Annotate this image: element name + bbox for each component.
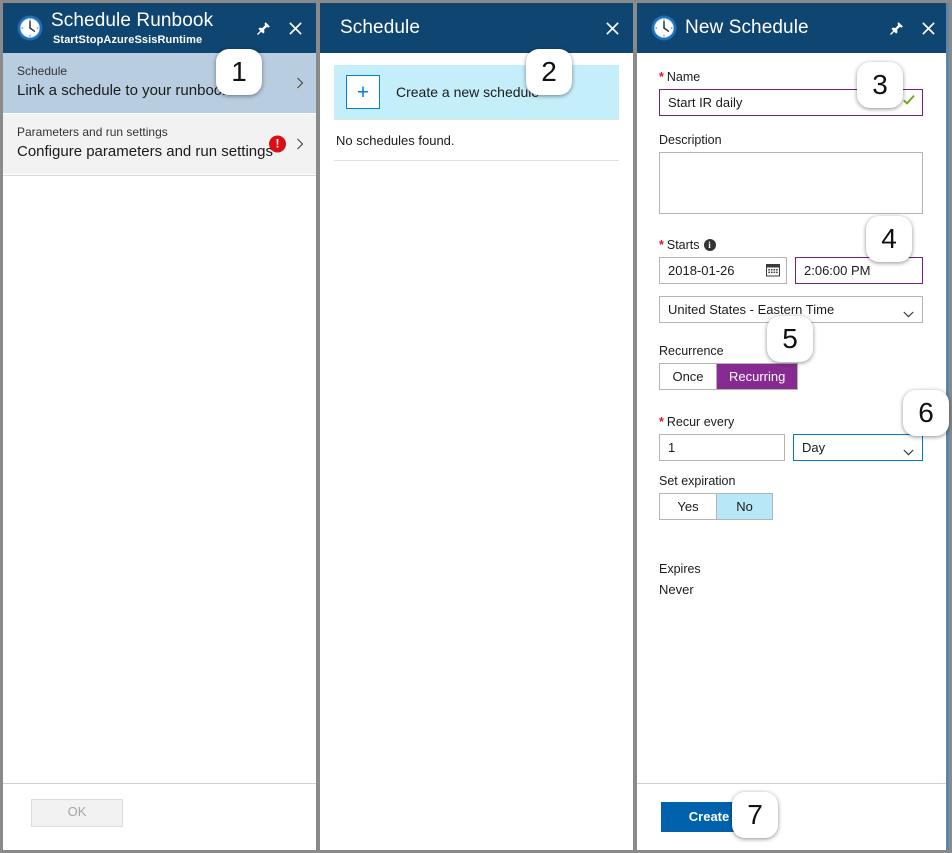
left-blade-footer: OK <box>3 783 316 850</box>
callout-6: 6 <box>903 390 949 436</box>
recurrence-toggle: Once Recurring <box>659 363 798 390</box>
middle-blade-title: Schedule <box>340 17 420 39</box>
expires-label: Expires <box>659 560 927 578</box>
required-marker: * <box>659 238 664 252</box>
expires-value: Never <box>659 581 927 599</box>
sidebar-item-schedule[interactable]: Schedule Link a schedule to your runbook <box>3 53 316 114</box>
check-icon <box>902 93 916 107</box>
blade-new-schedule: New Schedule *Name <box>637 3 949 850</box>
sidebar-item-parameters-label: Configure parameters and run settings <box>17 141 282 162</box>
blade-schedule-runbook: Schedule Runbook StartStopAzureSsisRunti… <box>3 3 316 850</box>
pin-icon[interactable] <box>883 15 909 41</box>
required-marker: * <box>659 415 664 429</box>
ok-button[interactable]: OK <box>31 799 123 827</box>
left-blade-subtitle: StartStopAzureSsisRuntime <box>53 34 202 46</box>
error-exclamation-icon: ! <box>269 136 286 153</box>
pin-icon[interactable] <box>250 15 276 41</box>
set-expiration-toggle: Yes No <box>659 493 773 520</box>
callout-3: 3 <box>857 62 903 108</box>
description-label: Description <box>659 132 927 148</box>
recur-unit-select[interactable] <box>793 434 923 461</box>
recur-every-label-text: Recur every <box>667 415 734 429</box>
sidebar-item-parameters[interactable]: Parameters and run settings Configure pa… <box>3 114 316 175</box>
starts-label-text: Starts <box>667 238 700 252</box>
callout-4: 4 <box>866 216 912 262</box>
clock-icon <box>651 15 677 41</box>
clock-icon <box>17 15 43 41</box>
chevron-right-icon <box>294 77 306 89</box>
set-expiration-option-yes[interactable]: Yes <box>660 494 716 519</box>
empty-state-message: No schedules found. <box>334 120 619 160</box>
sidebar-item-parameters-caption: Parameters and run settings <box>17 124 282 140</box>
start-date-wrapper <box>659 257 787 284</box>
callout-7: 7 <box>732 792 778 838</box>
azure-portal-screenshot: Schedule Runbook StartStopAzureSsisRunti… <box>0 0 952 853</box>
create-new-schedule-button[interactable]: + Create a new schedule <box>334 65 619 119</box>
close-icon[interactable] <box>282 15 308 41</box>
chevron-right-icon <box>294 138 306 150</box>
right-blade-footer: Create <box>637 783 949 850</box>
recur-every-count-input[interactable] <box>659 434 785 461</box>
required-marker: * <box>659 70 664 84</box>
set-expiration-option-no[interactable]: No <box>716 494 772 519</box>
middle-blade-header: Schedule <box>320 3 633 53</box>
recurrence-option-once[interactable]: Once <box>660 364 716 389</box>
right-blade-title: New Schedule <box>685 17 809 39</box>
recur-every-row <box>659 434 927 461</box>
divider <box>334 160 619 161</box>
recur-unit-select-wrapper <box>793 434 923 461</box>
blade-schedule-list: Schedule + Create a new schedule No sche… <box>320 3 633 850</box>
close-icon[interactable] <box>599 15 625 41</box>
callout-2: 2 <box>526 49 572 95</box>
calendar-icon[interactable] <box>766 263 780 277</box>
name-label-text: Name <box>667 70 700 84</box>
recurrence-option-recurring[interactable]: Recurring <box>716 364 797 389</box>
description-textarea[interactable] <box>659 152 923 214</box>
callout-1: 1 <box>216 49 262 95</box>
left-blade-title: Schedule Runbook <box>51 10 213 32</box>
info-icon[interactable]: i <box>704 239 716 251</box>
recur-every-label: *Recur every <box>659 414 927 430</box>
left-blade-header: Schedule Runbook StartStopAzureSsisRunti… <box>3 3 316 53</box>
close-icon[interactable] <box>915 15 941 41</box>
plus-icon: + <box>346 75 380 109</box>
divider <box>3 175 316 176</box>
callout-5: 5 <box>767 316 813 362</box>
create-new-schedule-label: Create a new schedule <box>396 84 539 100</box>
set-expiration-label: Set expiration <box>659 473 927 489</box>
right-blade-header: New Schedule <box>637 3 949 53</box>
